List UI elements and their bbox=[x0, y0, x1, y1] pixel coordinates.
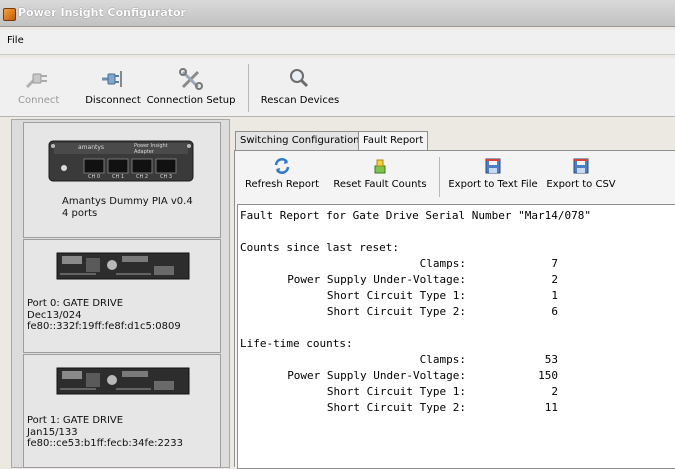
row-label: Short Circuit Type 1: bbox=[326, 385, 466, 398]
report-header: Fault Report for Gate Drive Serial Numbe… bbox=[240, 209, 591, 222]
adapter-brand: amantys bbox=[78, 144, 105, 151]
tab-switching-configuration[interactable]: Switching Configuration bbox=[235, 131, 365, 151]
rescan-devices-label: Rescan Devices bbox=[260, 95, 340, 106]
toolbar-separator bbox=[248, 64, 249, 112]
export-csv-button[interactable]: Export to CSV bbox=[545, 155, 617, 190]
port0-serial: Dec13/024 bbox=[27, 310, 82, 321]
adapter-caption: Power Insight Adapter bbox=[134, 143, 168, 155]
row-label: Power Supply Under-Voltage: bbox=[287, 273, 466, 286]
row-label: Short Circuit Type 2: bbox=[326, 305, 466, 318]
export-text-label: Export to Text File bbox=[448, 179, 538, 190]
gate-drive-board-image bbox=[56, 367, 190, 395]
reset-fault-counts-button[interactable]: Reset Fault Counts bbox=[331, 155, 429, 190]
plug-connect-icon bbox=[25, 73, 47, 89]
reset-counter-icon bbox=[374, 159, 386, 174]
tab-bar: Switching Configuration Fault Report bbox=[234, 131, 675, 152]
main-panel: Switching Configuration Fault Report Ref… bbox=[234, 119, 675, 469]
adapter-port-ch1: CH 1 bbox=[112, 174, 125, 180]
save-disk-icon bbox=[573, 158, 589, 174]
rescan-devices-button[interactable]: Rescan Devices bbox=[258, 64, 342, 112]
save-disk-icon bbox=[485, 158, 501, 174]
window-title: Power Insight Configurator bbox=[18, 6, 186, 19]
row-value: 7 bbox=[551, 257, 558, 270]
adapter-name: Amantys Dummy PIA v0.4 bbox=[62, 196, 193, 207]
connection-setup-label: Connection Setup bbox=[146, 95, 236, 106]
row-label: Power Supply Under-Voltage: bbox=[287, 369, 466, 382]
connect-label: Connect bbox=[18, 95, 60, 106]
adapter-port-count: 4 ports bbox=[62, 208, 98, 219]
device-card-port-1[interactable]: Port 1: GATE DRIVE Jan15/133 fe80::ce53:… bbox=[23, 354, 221, 468]
adapter-port-ch3: CH 3 bbox=[160, 174, 173, 180]
row-value: 11 bbox=[544, 401, 558, 414]
device-card-adapter[interactable]: amantys Power Insight Adapter CH 0 CH 1 … bbox=[23, 122, 221, 238]
plug-disconnect-icon bbox=[102, 71, 122, 87]
row-label: Clamps: bbox=[419, 257, 466, 270]
disconnect-button[interactable]: Disconnect bbox=[80, 64, 146, 112]
report-toolbar: Refresh Report Reset Fault Counts Export… bbox=[235, 151, 675, 201]
section-title-since-reset: Counts since last reset: bbox=[240, 241, 399, 254]
tools-icon bbox=[179, 68, 203, 90]
section-title-lifetime: Life-time counts: bbox=[240, 337, 353, 350]
adapter-port-ch2: CH 2 bbox=[136, 174, 149, 180]
row-value: 6 bbox=[551, 305, 558, 318]
refresh-report-button[interactable]: Refresh Report bbox=[241, 155, 323, 190]
row-value: 53 bbox=[544, 353, 558, 366]
port0-title: Port 0: GATE DRIVE bbox=[27, 298, 124, 309]
report-toolbar-separator bbox=[439, 157, 440, 197]
port1-address: fe80::ce53:b1ff:fecb:34fe:2233 bbox=[27, 438, 183, 449]
row-value: 1 bbox=[551, 289, 558, 302]
tab-fault-report[interactable]: Fault Report bbox=[358, 131, 429, 152]
port0-address: fe80::332f:19ff:fe8f:d1c5:0809 bbox=[27, 321, 181, 332]
row-value: 2 bbox=[551, 385, 558, 398]
refresh-icon bbox=[274, 158, 290, 174]
row-label: Short Circuit Type 1: bbox=[326, 289, 466, 302]
reset-fault-counts-label: Reset Fault Counts bbox=[333, 179, 427, 190]
adapter-port-ch0: CH 0 bbox=[88, 174, 101, 180]
app-icon bbox=[3, 8, 16, 21]
connect-button[interactable]: Connect bbox=[18, 64, 60, 112]
fault-report-text[interactable]: Fault Report for Gate Drive Serial Numbe… bbox=[237, 204, 675, 469]
row-label: Short Circuit Type 2: bbox=[326, 401, 466, 414]
port1-title: Port 1: GATE DRIVE bbox=[27, 415, 124, 426]
disconnect-label: Disconnect bbox=[85, 95, 141, 106]
gate-drive-board-image bbox=[56, 252, 190, 280]
fault-report-panel: Refresh Report Reset Fault Counts Export… bbox=[234, 150, 675, 469]
row-value: 150 bbox=[538, 369, 558, 382]
main-toolbar: Connect Disconnect Connection Setup Resc… bbox=[0, 58, 675, 117]
menu-bar: File bbox=[0, 30, 675, 55]
device-list: amantys Power Insight Adapter CH 0 CH 1 … bbox=[11, 119, 230, 468]
connection-setup-button[interactable]: Connection Setup bbox=[146, 64, 236, 112]
port1-serial: Jan15/133 bbox=[27, 427, 78, 438]
menu-file[interactable]: File bbox=[7, 35, 24, 46]
row-label: Clamps: bbox=[419, 353, 466, 366]
row-value: 2 bbox=[551, 273, 558, 286]
export-text-button[interactable]: Export to Text File bbox=[447, 155, 539, 190]
export-csv-label: Export to CSV bbox=[546, 179, 616, 190]
magnifier-icon bbox=[290, 69, 309, 88]
refresh-report-label: Refresh Report bbox=[244, 179, 320, 190]
title-bar: Power Insight Configurator bbox=[0, 0, 675, 27]
device-card-port-0[interactable]: Port 0: GATE DRIVE Dec13/024 fe80::332f:… bbox=[23, 239, 221, 353]
